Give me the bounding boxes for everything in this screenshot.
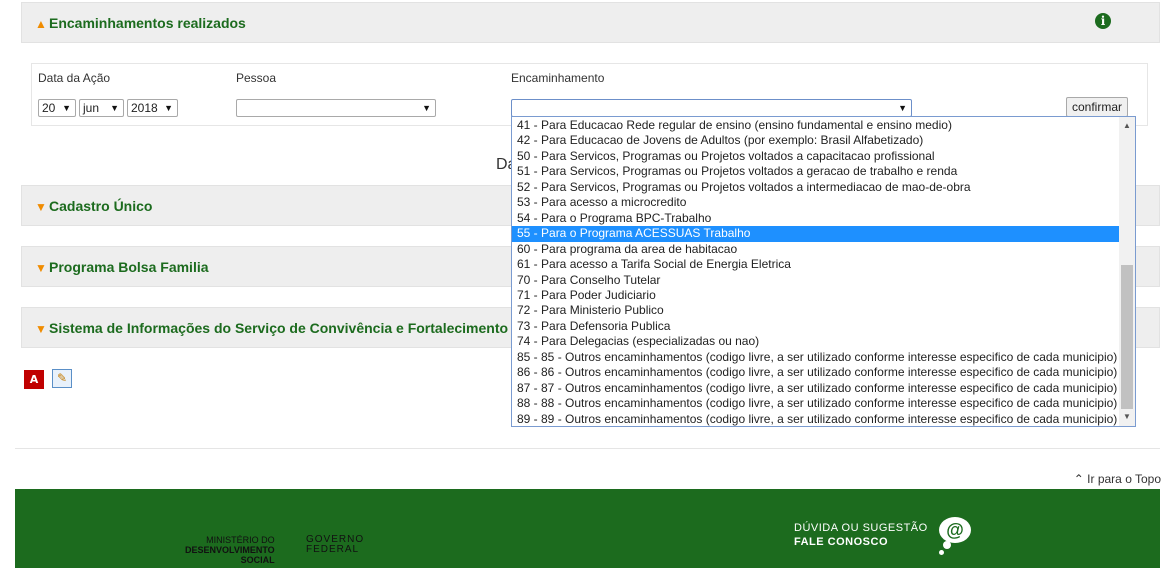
mds-logo-line3: SOCIAL [240, 555, 275, 565]
panel-sistema-title: Sistema de Informações do Serviço de Con… [49, 320, 509, 336]
label-pessoa: Pessoa [236, 71, 277, 85]
panel-sistema-header[interactable]: ▼ Sistema de Informações do Serviço de Co… [35, 320, 508, 336]
scroll-down-icon[interactable]: ▼ [1119, 410, 1135, 424]
year-select[interactable]: 2018 ▼ [127, 99, 178, 117]
panel-bolsa-title: Programa Bolsa Familia [49, 259, 209, 275]
chevron-down-icon: ▼ [110, 103, 119, 113]
mds-logo-line2: DESENVOLVIMENTO [185, 545, 275, 555]
chevron-up-icon: ⌃ [1073, 472, 1084, 486]
dropdown-option[interactable]: 86 - 86 - Outros encaminhamentos (codigo… [512, 365, 1119, 380]
dropdown-option[interactable]: 85 - 85 - Outros encaminhamentos (codigo… [512, 350, 1119, 365]
chevron-down-icon: ▼ [422, 103, 431, 113]
chevron-down-icon: ▼ [35, 322, 47, 336]
scrollbar-thumb[interactable] [1121, 265, 1133, 409]
back-to-top-link[interactable]: ⌃ Ir para o Topo [1074, 472, 1161, 486]
month-select-value: jun [83, 101, 100, 115]
panel-encaminhamentos[interactable]: ▲ Encaminhamentos realizados i [21, 2, 1160, 43]
year-select-value: 2018 [131, 101, 158, 115]
dropdown-scrollbar[interactable]: ▲ ▼ [1119, 117, 1135, 426]
speech-bubble-dot [939, 550, 944, 555]
footer: MINISTÉRIO DO DESENVOLVIMENTO SOCIAL GOV… [15, 489, 1160, 568]
chevron-down-icon: ▼ [164, 103, 173, 113]
dropdown-option[interactable]: 60 - Para programa da area de habitacao [512, 242, 1119, 257]
dropdown-option[interactable]: 72 - Para Ministerio Publico [512, 303, 1119, 318]
dropdown-option[interactable]: 41 - Para Educacao Rede regular de ensin… [512, 118, 1119, 133]
dropdown-option[interactable]: 42 - Para Educacao de Jovens de Adultos … [512, 133, 1119, 148]
panel-bolsa-header[interactable]: ▼ Programa Bolsa Familia [35, 259, 209, 275]
speech-bubble-dot [943, 541, 951, 549]
dropdown-option[interactable]: 70 - Para Conselho Tutelar [512, 273, 1119, 288]
dropdown-option[interactable]: 53 - Para acesso a microcredito [512, 195, 1119, 210]
panel-encaminhamentos-title: Encaminhamentos realizados [49, 15, 246, 31]
dropdown-option[interactable]: 74 - Para Delegacias (especializadas ou … [512, 334, 1119, 349]
panel-encaminhamentos-header[interactable]: ▲ Encaminhamentos realizados [35, 15, 246, 31]
dropdown-option[interactable]: 55 - Para o Programa ACESSUAS Trabalho [512, 226, 1119, 242]
day-select-value: 20 [42, 101, 56, 115]
gov-logo-line2: FEDERAL [306, 544, 360, 555]
month-select[interactable]: jun ▼ [79, 99, 124, 117]
chevron-down-icon: ▼ [898, 103, 907, 113]
panel-cadastro-title: Cadastro Único [49, 198, 153, 214]
email-at-icon[interactable]: @ [939, 517, 971, 543]
dropdown-option[interactable]: 88 - 88 - Outros encaminhamentos (codigo… [512, 396, 1119, 411]
back-to-top-label: Ir para o Topo [1087, 472, 1161, 486]
chevron-down-icon: ▼ [35, 200, 47, 214]
dropdown-option[interactable]: 87 - 87 - Outros encaminhamentos (codigo… [512, 381, 1119, 396]
day-select[interactable]: 20 ▼ [38, 99, 76, 117]
chevron-down-icon: ▼ [62, 103, 71, 113]
duvida-label: DÚVIDA OU SUGESTÃO [794, 522, 928, 534]
chevron-up-icon: ▲ [35, 17, 47, 31]
fale-conosco-label: FALE CONOSCO [794, 536, 889, 548]
pdf-icon[interactable]: A [24, 370, 44, 389]
info-icon[interactable]: i [1095, 13, 1111, 29]
dropdown-option[interactable]: 50 - Para Servicos, Programas ou Projeto… [512, 149, 1119, 164]
fale-conosco-link[interactable]: DÚVIDA OU SUGESTÃO FALE CONOSCO [794, 521, 928, 549]
label-encaminhamento: Encaminhamento [511, 71, 605, 85]
panel-cadastro-header[interactable]: ▼ Cadastro Único [35, 198, 152, 214]
dropdown-option[interactable]: 89 - 89 - Outros encaminhamentos (codigo… [512, 412, 1119, 426]
encaminhamento-dropdown-list[interactable]: 41 - Para Educacao Rede regular de ensin… [511, 116, 1136, 427]
dropdown-option[interactable]: 73 - Para Defensoria Publica [512, 319, 1119, 334]
mds-logo: MINISTÉRIO DO DESENVOLVIMENTO SOCIAL [185, 535, 275, 565]
pessoa-select[interactable]: ▼ [236, 99, 436, 117]
governo-federal-logo: GOVERNO FEDERAL [306, 535, 364, 555]
dropdown-option[interactable]: 51 - Para Servicos, Programas ou Projeto… [512, 164, 1119, 179]
chevron-down-icon: ▼ [35, 261, 47, 275]
divider [15, 448, 1160, 449]
edit-icon[interactable]: ✎ [52, 369, 72, 388]
dropdown-option[interactable]: 54 - Para o Programa BPC-Trabalho [512, 211, 1119, 226]
dropdown-option[interactable]: 71 - Para Poder Judiciario [512, 288, 1119, 303]
encaminhamento-select[interactable]: ▼ [511, 99, 912, 117]
confirm-button[interactable]: confirmar [1066, 97, 1128, 117]
dropdown-option[interactable]: 61 - Para acesso a Tarifa Social de Ener… [512, 257, 1119, 272]
dropdown-option[interactable]: 52 - Para Servicos, Programas ou Projeto… [512, 180, 1119, 195]
scroll-up-icon[interactable]: ▲ [1119, 119, 1135, 133]
mds-logo-line1: MINISTÉRIO DO [206, 535, 275, 545]
label-data-acao: Data da Ação [38, 71, 111, 85]
